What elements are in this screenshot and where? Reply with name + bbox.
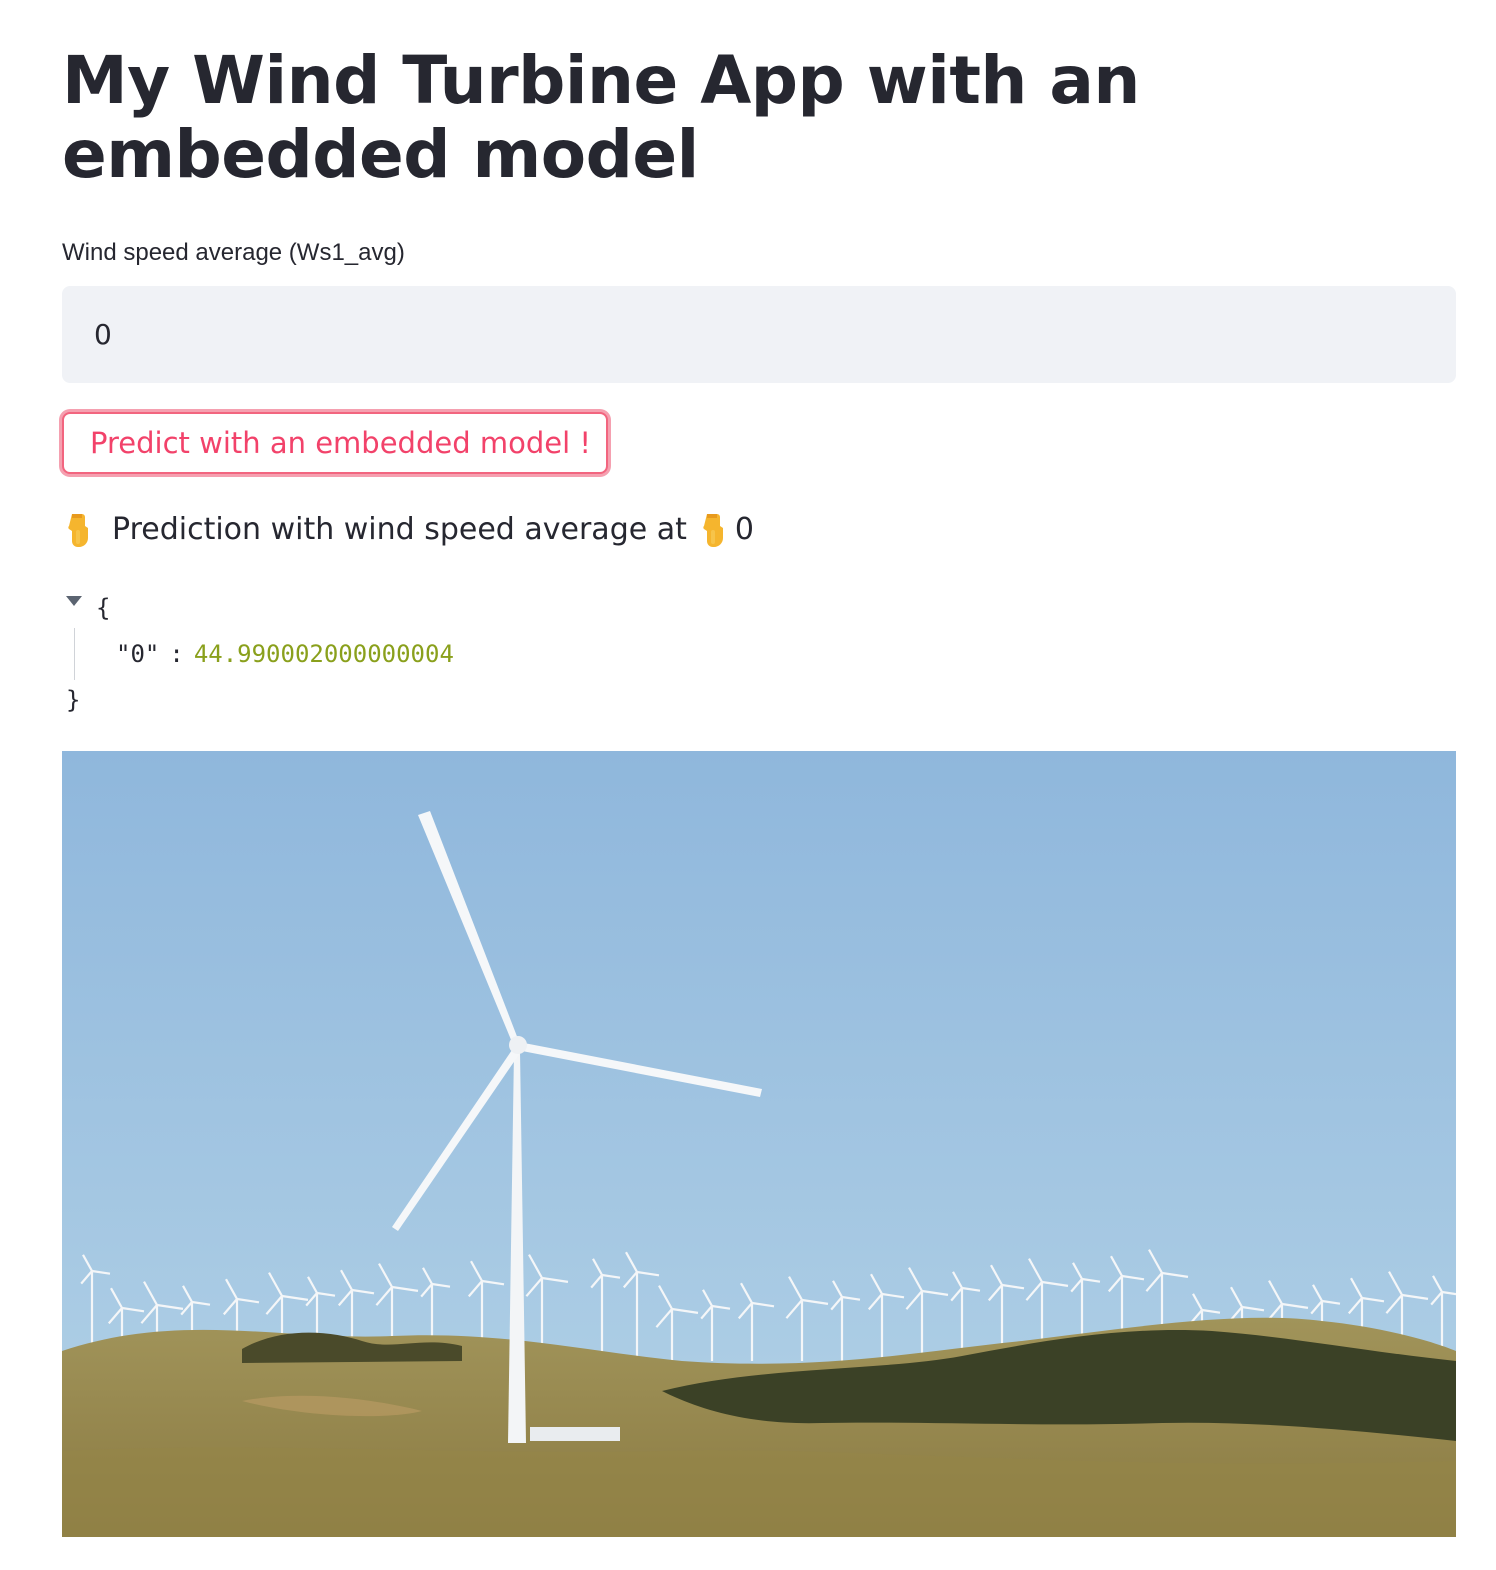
wind-speed-label: Wind speed average (Ws1_avg) xyxy=(62,239,405,266)
backhand-index-pointing-down-icon xyxy=(703,514,723,547)
wind-farm-image xyxy=(62,751,1456,1537)
prediction-label: Prediction with wind speed average at xyxy=(112,512,687,547)
collapse-caret-icon[interactable] xyxy=(66,596,82,606)
predict-button[interactable]: Predict with an embedded model ! xyxy=(62,412,608,474)
json-colon: : xyxy=(169,640,184,668)
backhand-index-pointing-down-icon xyxy=(68,514,88,547)
page-title: My Wind Turbine App with an embedded mod… xyxy=(62,42,1140,193)
prediction-message: Prediction with wind speed average at 0 xyxy=(62,510,754,550)
prediction-value: 0 xyxy=(734,512,754,547)
wind-speed-input[interactable] xyxy=(62,286,1456,383)
json-indent-guide xyxy=(74,628,75,680)
json-value: 44.990002000000004 xyxy=(193,640,454,668)
json-close-brace: } xyxy=(66,686,81,714)
json-open-brace: { xyxy=(96,594,111,622)
json-key: "0" xyxy=(116,640,160,668)
